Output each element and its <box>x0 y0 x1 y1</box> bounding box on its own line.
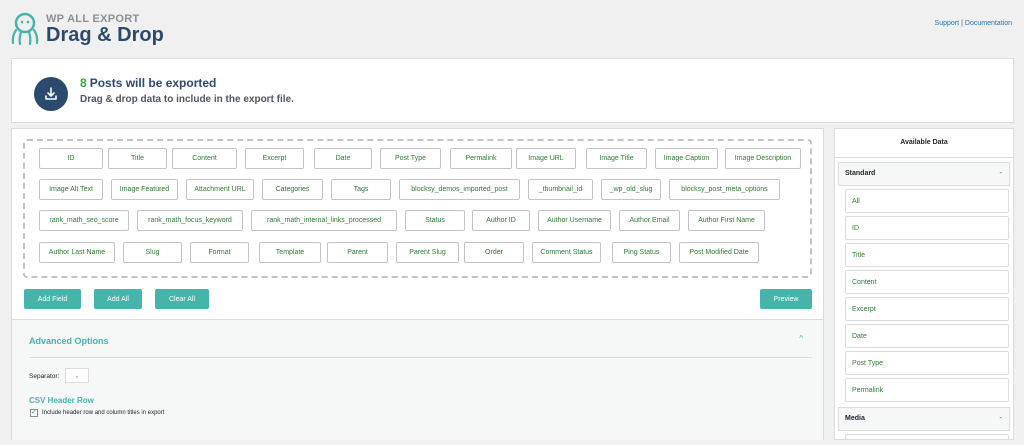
field-chip[interactable]: rank_math_seo_score <box>39 210 129 231</box>
field-chip[interactable]: Categories <box>262 179 323 200</box>
include-header-label[interactable]: Include header row and column titles in … <box>42 410 164 416</box>
export-builder-panel: ID Title Content Excerpt Date Post Type … <box>11 128 824 440</box>
available-field-permalink[interactable]: Permalink <box>845 378 1009 402</box>
available-data-title: Available Data <box>900 139 948 146</box>
field-chip[interactable]: Excerpt <box>245 148 304 169</box>
field-chip[interactable]: Format <box>190 242 249 263</box>
top-links: Support | Documentation <box>935 20 1012 27</box>
collapse-icon[interactable]: - <box>999 168 1002 177</box>
field-chip[interactable]: blocksy_post_meta_options <box>669 179 780 200</box>
advanced-options-title[interactable]: Advanced Options <box>29 336 109 346</box>
export-subline: Drag & drop data to include in the expor… <box>80 94 294 105</box>
field-chip[interactable]: Image Alt Text <box>39 179 103 200</box>
field-chip[interactable]: _wp_old_slug <box>601 179 661 200</box>
divider <box>29 357 812 358</box>
include-header-checkbox[interactable]: ✓ <box>30 409 38 417</box>
field-chip[interactable]: Post Type <box>380 148 441 169</box>
available-field-date[interactable]: Date <box>845 324 1009 348</box>
field-chip[interactable]: Image Title <box>586 148 647 169</box>
separator-input[interactable]: , <box>65 368 89 383</box>
available-field-title[interactable]: Title <box>845 243 1009 267</box>
field-chip[interactable]: Tags <box>331 179 391 200</box>
standard-section-header[interactable]: Standard - <box>838 162 1010 186</box>
support-link[interactable]: Support <box>935 20 960 27</box>
standard-section-label: Standard <box>845 170 876 177</box>
csv-header-row-title: CSV Header Row <box>29 396 94 405</box>
media-section-label: Media <box>845 415 865 422</box>
field-chip[interactable]: Image Featured <box>111 179 178 200</box>
field-chip[interactable]: Permalink <box>450 148 512 169</box>
field-chip[interactable]: Image Description <box>725 148 801 169</box>
separator-label: Separator: <box>29 373 60 380</box>
field-chip[interactable]: Image URL <box>516 148 576 169</box>
available-field-post-type[interactable]: Post Type <box>845 351 1009 375</box>
octopus-logo-icon <box>11 12 39 46</box>
advanced-options-section: Advanced Options ^ Separator: , CSV Head… <box>12 319 823 440</box>
field-chip[interactable]: Order <box>464 242 524 263</box>
collapse-icon[interactable]: - <box>999 413 1002 422</box>
divider <box>835 157 1013 158</box>
export-count: 8 <box>80 76 87 90</box>
media-section-header[interactable]: Media - <box>838 407 1010 431</box>
field-chip[interactable]: rank_math_internal_links_processed <box>251 210 397 231</box>
field-chip[interactable]: Ping Status <box>612 242 671 263</box>
field-chip[interactable]: Content <box>172 148 237 169</box>
brand-title: Drag & Drop <box>46 24 164 46</box>
available-field-excerpt[interactable]: Excerpt <box>845 297 1009 321</box>
documentation-link[interactable]: Documentation <box>965 20 1012 27</box>
field-chip[interactable]: Attachment URL <box>186 179 254 200</box>
field-chip[interactable]: ID <box>39 148 103 169</box>
field-chip[interactable]: Author ID <box>472 210 530 231</box>
link-separator: | <box>961 20 963 27</box>
export-download-icon <box>34 77 68 111</box>
add-field-button[interactable]: Add Field <box>24 289 81 309</box>
add-all-button[interactable]: Add All <box>94 289 142 309</box>
export-count-headline: 8 Posts will be exported <box>80 76 216 90</box>
field-chip[interactable]: Slug <box>123 242 182 263</box>
field-chip[interactable]: blocksy_demos_imported_post <box>399 179 520 200</box>
chevron-up-icon[interactable]: ^ <box>799 334 803 343</box>
field-chip[interactable]: Author Username <box>538 210 611 231</box>
field-chip[interactable]: _thumbnail_id <box>528 179 593 200</box>
preview-button[interactable]: Preview <box>760 289 812 309</box>
available-data-sidebar: Available Data Standard - All ID Title C… <box>834 128 1014 440</box>
field-chip[interactable]: Title <box>108 148 167 169</box>
field-chip[interactable]: Author Email <box>619 210 680 231</box>
field-chip[interactable]: Author First Name <box>688 210 765 231</box>
field-chip[interactable]: Author Last Name <box>39 242 115 263</box>
field-chip[interactable]: Comment Status <box>532 242 601 263</box>
export-info-card: 8 Posts will be exported Drag & drop data… <box>11 58 1014 123</box>
field-chip[interactable]: Post Modified Date <box>679 242 759 263</box>
field-chip[interactable]: rank_math_focus_keyword <box>137 210 243 231</box>
field-chip[interactable]: Parent Slug <box>396 242 459 263</box>
available-field-all[interactable]: All <box>845 189 1009 213</box>
field-chip[interactable]: Template <box>259 242 321 263</box>
field-chip[interactable]: Parent <box>327 242 388 263</box>
available-field-content[interactable]: Content <box>845 270 1009 294</box>
field-chip[interactable]: Image Caption <box>655 148 718 169</box>
available-field-media-partial[interactable] <box>845 434 1009 439</box>
field-drop-zone[interactable]: ID Title Content Excerpt Date Post Type … <box>23 139 812 278</box>
clear-all-button[interactable]: Clear All <box>155 289 209 309</box>
available-field-id[interactable]: ID <box>845 216 1009 240</box>
field-chip[interactable]: Status <box>405 210 465 231</box>
export-headline-text: Posts will be exported <box>89 76 217 90</box>
field-chip[interactable]: Date <box>314 148 372 169</box>
